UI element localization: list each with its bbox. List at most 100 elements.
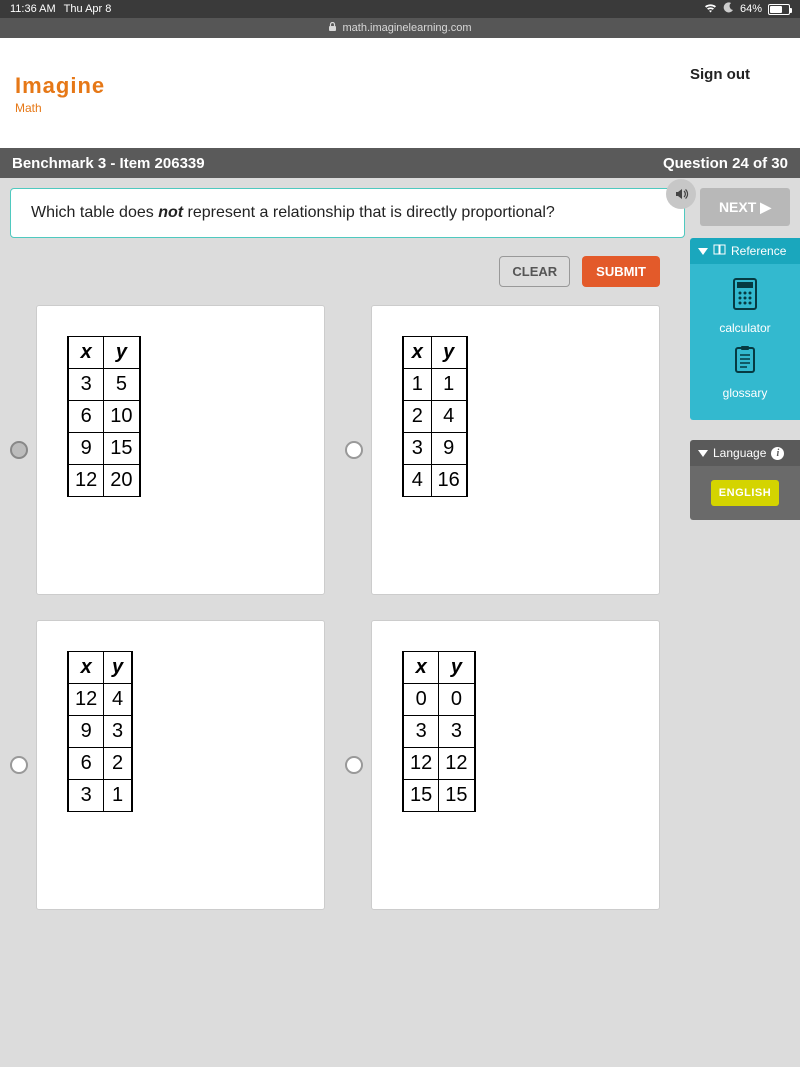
app-header: Imagine Math Sign out <box>0 38 800 148</box>
table-cell: 5 <box>104 369 140 401</box>
table-cell: 3 <box>68 780 104 812</box>
col-header-y: y <box>104 652 132 684</box>
question-text-post: represent a relationship that is directl… <box>183 204 555 221</box>
answer-card[interactable]: xy356109151220 <box>36 305 325 595</box>
table-row: 39 <box>403 433 467 465</box>
xy-table: xy112439416 <box>402 336 468 497</box>
submit-button[interactable]: SUBMIT <box>582 256 660 287</box>
col-header-x: x <box>403 652 439 684</box>
table-row: 1212 <box>403 748 475 780</box>
calculator-tool[interactable]: calculator <box>696 278 794 335</box>
assessment-title: Benchmark 3 - Item 206339 <box>12 155 205 172</box>
language-english-button[interactable]: ENGLISH <box>711 480 779 506</box>
table-cell: 12 <box>68 465 104 497</box>
play-icon: ▶ <box>760 199 771 216</box>
calculator-label: calculator <box>696 321 794 335</box>
table-row: 1515 <box>403 780 475 812</box>
reference-panel: Reference calculator glossary <box>690 238 800 420</box>
table-cell: 12 <box>403 748 439 780</box>
language-panel: Language i ENGLISH <box>690 440 800 520</box>
table-cell: 3 <box>439 716 475 748</box>
next-label: NEXT <box>719 199 756 215</box>
read-aloud-button[interactable] <box>666 179 696 209</box>
battery-percent: 64% <box>740 3 762 15</box>
table-cell: 12 <box>439 748 475 780</box>
table-cell: 6 <box>68 401 104 433</box>
table-row: 610 <box>68 401 140 433</box>
glossary-label: glossary <box>696 386 794 400</box>
table-cell: 10 <box>104 401 140 433</box>
table-cell: 2 <box>403 401 431 433</box>
question-text-em: not <box>158 204 183 221</box>
col-header-y: y <box>431 337 467 369</box>
browser-urlbar[interactable]: math.imaginelearning.com <box>0 18 800 38</box>
table-row: 416 <box>403 465 467 497</box>
xy-table: xy003312121515 <box>402 651 476 812</box>
table-row: 62 <box>68 748 132 780</box>
table-row: 124 <box>68 684 132 716</box>
table-row: 31 <box>68 780 132 812</box>
glossary-tool[interactable]: glossary <box>696 345 794 400</box>
col-header-y: y <box>104 337 140 369</box>
table-row: 915 <box>68 433 140 465</box>
battery-icon <box>768 4 790 15</box>
table-cell: 20 <box>104 465 140 497</box>
question-prompt: Which table does not represent a relatio… <box>10 188 685 238</box>
table-cell: 16 <box>431 465 467 497</box>
table-cell: 3 <box>403 433 431 465</box>
reference-panel-toggle[interactable]: Reference <box>690 238 800 264</box>
status-time: 11:36 AM <box>10 3 56 15</box>
answer-radio[interactable] <box>345 441 363 459</box>
lock-icon <box>328 22 337 35</box>
device-statusbar: 11:36 AM Thu Apr 8 64% <box>0 0 800 18</box>
question-counter: Question 24 of 30 <box>663 155 788 172</box>
info-icon[interactable]: i <box>771 447 784 460</box>
answer-radio[interactable] <box>10 441 28 459</box>
table-cell: 4 <box>403 465 431 497</box>
table-cell: 3 <box>68 369 104 401</box>
table-cell: 9 <box>68 433 104 465</box>
table-cell: 2 <box>104 748 132 780</box>
calculator-icon <box>696 278 794 317</box>
language-title: Language <box>713 446 766 460</box>
table-cell: 15 <box>104 433 140 465</box>
question-text-pre: Which table does <box>31 204 158 221</box>
language-panel-toggle[interactable]: Language i <box>690 440 800 466</box>
table-cell: 1 <box>403 369 431 401</box>
answer-option: xy003312121515 <box>345 620 660 910</box>
clear-button[interactable]: CLEAR <box>499 256 570 287</box>
table-cell: 4 <box>104 684 132 716</box>
table-row: 33 <box>403 716 475 748</box>
answer-card[interactable]: xy124936231 <box>36 620 325 910</box>
moon-icon <box>723 2 734 16</box>
book-icon <box>713 244 726 258</box>
table-row: 1220 <box>68 465 140 497</box>
table-cell: 12 <box>68 684 104 716</box>
logo-line2: Math <box>15 101 105 115</box>
url-text: math.imaginelearning.com <box>342 22 471 34</box>
answer-radio[interactable] <box>10 756 28 774</box>
answer-option: xy356109151220 <box>10 305 325 595</box>
table-row: 35 <box>68 369 140 401</box>
glossary-icon <box>696 345 794 382</box>
assessment-titlebar: Benchmark 3 - Item 206339 Question 24 of… <box>0 148 800 178</box>
col-header-y: y <box>439 652 475 684</box>
table-cell: 3 <box>104 716 132 748</box>
table-cell: 9 <box>431 433 467 465</box>
table-cell: 9 <box>68 716 104 748</box>
col-header-x: x <box>68 337 104 369</box>
answer-card[interactable]: xy112439416 <box>371 305 660 595</box>
app-logo[interactable]: Imagine Math <box>15 73 105 115</box>
sign-out-link[interactable]: Sign out <box>690 66 750 83</box>
table-row: 11 <box>403 369 467 401</box>
table-cell: 15 <box>439 780 475 812</box>
answer-card[interactable]: xy003312121515 <box>371 620 660 910</box>
chevron-down-icon <box>698 248 708 255</box>
answer-option: xy112439416 <box>345 305 660 595</box>
chevron-down-icon <box>698 450 708 457</box>
next-button[interactable]: NEXT ▶ <box>700 188 790 226</box>
answer-radio[interactable] <box>345 756 363 774</box>
reference-title: Reference <box>731 244 786 258</box>
table-cell: 0 <box>439 684 475 716</box>
table-cell: 1 <box>431 369 467 401</box>
